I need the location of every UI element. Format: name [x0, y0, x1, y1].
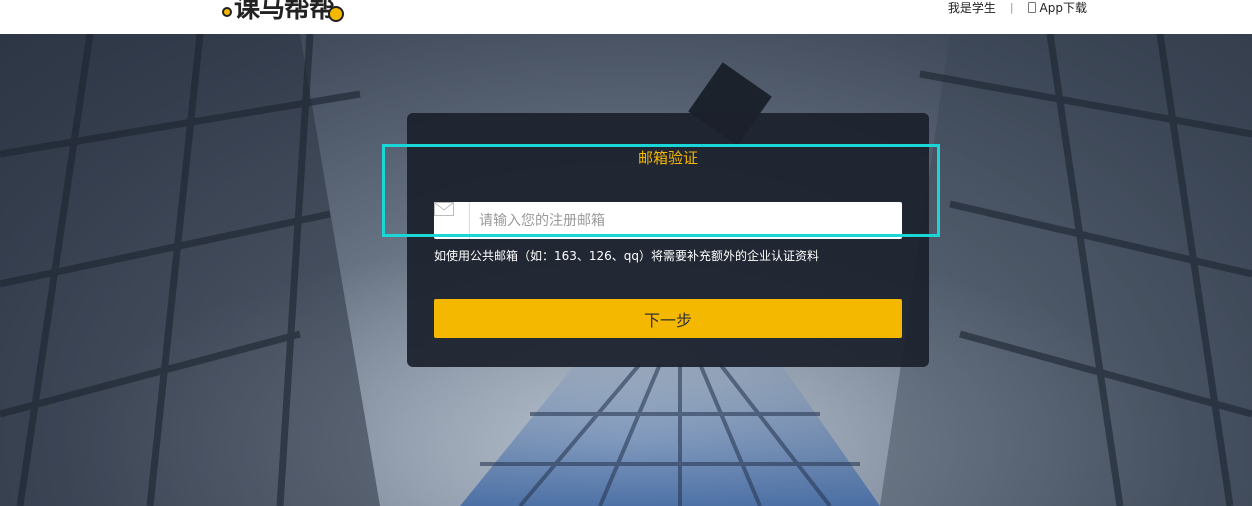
top-header: 课马帮帮 我是学生 | App下载 [0, 0, 1252, 34]
phone-icon [1027, 1, 1036, 13]
hero-background: 邮箱验证 如使用公共邮箱（如：163、126、qq）将需要补充额外的企业认证资料… [0, 34, 1252, 506]
nav-separator: | [1009, 0, 1014, 14]
logo-dot [222, 7, 232, 17]
public-email-hint: 如使用公共邮箱（如：163、126、qq）将需要补充额外的企业认证资料 [434, 249, 820, 263]
site-logo[interactable]: 课马帮帮 [222, 0, 345, 24]
highlight-box [382, 144, 940, 237]
app-download-label: App下载 [1039, 0, 1087, 15]
student-link[interactable]: 我是学生 [948, 0, 996, 16]
app-download-link[interactable]: App下载 [1027, 0, 1087, 16]
logo-badge [328, 6, 345, 22]
logo-text: 课马帮帮 [234, 0, 335, 24]
top-nav: 我是学生 | App下载 [948, 0, 1087, 16]
next-step-button[interactable]: 下一步 [434, 299, 902, 338]
